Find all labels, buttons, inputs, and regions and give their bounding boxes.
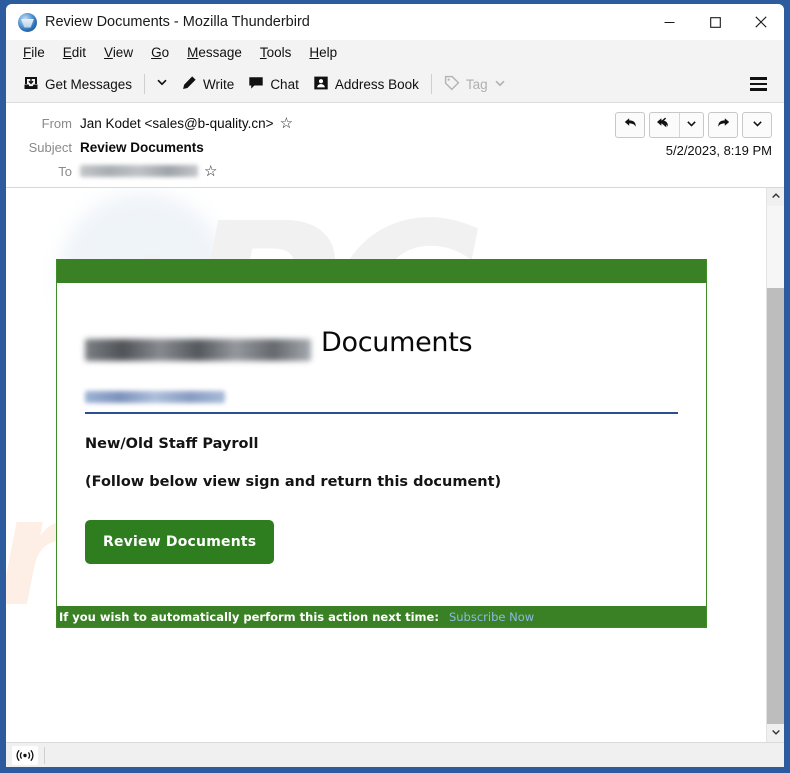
download-inbox-icon xyxy=(23,75,39,94)
to-value-redacted[interactable] xyxy=(80,165,198,177)
email-footer-bar: If you wish to automatically perform thi… xyxy=(57,606,706,627)
minimize-button[interactable] xyxy=(646,4,692,40)
reply-icon xyxy=(623,115,638,135)
reply-button[interactable] xyxy=(615,112,645,138)
write-button[interactable]: Write xyxy=(174,71,241,98)
email-body-line-2: (Follow below view sign and return this … xyxy=(85,474,502,490)
broadcast-icon[interactable] xyxy=(12,745,38,765)
menu-item-edit[interactable]: Edit xyxy=(54,42,95,63)
to-row: To ☆ xyxy=(16,159,774,183)
chevron-down-icon xyxy=(752,116,763,134)
maximize-button[interactable] xyxy=(692,4,738,40)
chevron-down-icon xyxy=(686,116,697,134)
subscribe-now-link[interactable]: Subscribe Now xyxy=(449,610,534,624)
window-title: Review Documents - Mozilla Thunderbird xyxy=(45,14,310,30)
email-inner: Documents New/Old Staff Payroll (Follow … xyxy=(57,283,706,564)
email-body-line-1: New/Old Staff Payroll xyxy=(85,436,259,452)
pencil-icon xyxy=(181,75,197,94)
toolbar-divider-2 xyxy=(430,74,432,94)
chevron-down-icon xyxy=(771,724,781,742)
from-label: From xyxy=(41,115,72,131)
status-divider xyxy=(44,746,45,764)
menu-bar: File Edit View Go Message Tools Help xyxy=(6,40,784,66)
chat-button[interactable]: Chat xyxy=(241,71,306,98)
scrollbar-thumb[interactable] xyxy=(767,206,784,288)
body-scrollbar[interactable] xyxy=(766,188,784,742)
chevron-up-icon xyxy=(771,188,781,206)
menu-item-tools[interactable]: Tools xyxy=(251,42,301,63)
email-subtitle-redacted xyxy=(85,391,225,403)
email-brand-redacted xyxy=(85,339,311,361)
email-header-bar xyxy=(57,259,706,283)
thunderbird-logo-icon xyxy=(18,12,37,32)
get-messages-button[interactable]: Get Messages xyxy=(16,71,139,98)
toolbar-divider-1 xyxy=(144,74,146,94)
chevron-down-icon xyxy=(494,77,506,92)
menu-item-view[interactable]: View xyxy=(95,42,142,63)
window-controls xyxy=(646,4,784,40)
email-divider-rule xyxy=(85,412,678,414)
main-toolbar: Get Messages Write Chat Address Book Tag xyxy=(6,66,784,103)
contact-card-icon xyxy=(313,75,329,94)
window-inner: Review Documents - Mozilla Thunderbird F… xyxy=(6,4,784,767)
menu-item-message[interactable]: Message xyxy=(178,42,251,63)
address-book-button[interactable]: Address Book xyxy=(306,71,426,98)
forward-button[interactable] xyxy=(708,112,738,138)
reply-all-icon xyxy=(656,115,673,135)
get-messages-dropdown[interactable] xyxy=(150,71,174,97)
tag-label: Tag xyxy=(465,76,488,92)
message-actions xyxy=(615,112,772,138)
chevron-down-icon xyxy=(156,75,168,93)
more-actions-dropdown[interactable] xyxy=(742,112,772,138)
speech-bubble-icon xyxy=(248,75,264,94)
menu-item-help[interactable]: Help xyxy=(300,42,346,63)
close-button[interactable] xyxy=(738,4,784,40)
star-icon[interactable]: ☆ xyxy=(280,116,293,131)
application-window: Review Documents - Mozilla Thunderbird F… xyxy=(0,0,790,773)
title-bar: Review Documents - Mozilla Thunderbird xyxy=(6,4,784,40)
reply-all-group xyxy=(649,112,704,138)
message-body-scroll: PC risk.com Documents New/Old Staff Payr… xyxy=(6,188,766,742)
tag-icon xyxy=(444,75,460,94)
scroll-up-button[interactable] xyxy=(767,188,784,206)
status-bar xyxy=(6,742,784,767)
forward-icon xyxy=(716,115,731,135)
email-content-card: Documents New/Old Staff Payroll (Follow … xyxy=(56,259,707,628)
email-cta-wrapper: Review Documents xyxy=(85,520,706,564)
address-book-label: Address Book xyxy=(334,76,419,92)
scroll-down-button[interactable] xyxy=(767,724,784,742)
email-brand-title: Documents xyxy=(321,327,473,358)
from-value[interactable]: Jan Kodet <sales@b-quality.cn> xyxy=(80,116,274,131)
message-date: 5/2/2023, 8:19 PM xyxy=(665,143,772,158)
review-documents-button[interactable]: Review Documents xyxy=(85,520,275,564)
chat-label: Chat xyxy=(270,76,299,92)
hamburger-menu-icon[interactable] xyxy=(745,72,772,96)
get-messages-label: Get Messages xyxy=(45,76,133,92)
reply-all-button[interactable] xyxy=(650,113,679,137)
message-body-area: PC risk.com Documents New/Old Staff Payr… xyxy=(6,188,784,742)
write-label: Write xyxy=(203,76,235,92)
tag-button[interactable]: Tag xyxy=(437,71,513,98)
star-icon[interactable]: ☆ xyxy=(204,164,217,179)
subject-label: Subject xyxy=(28,139,72,155)
subject-value: Review Documents xyxy=(80,139,204,155)
menu-item-go[interactable]: Go xyxy=(142,42,178,63)
menu-item-file[interactable]: File xyxy=(14,42,54,63)
subject-row: Subject Review Documents xyxy=(16,135,774,159)
email-brand-row: Documents xyxy=(57,327,706,373)
to-label: To xyxy=(58,163,72,179)
message-header: From Jan Kodet <sales@b-quality.cn> ☆ Su… xyxy=(6,103,784,188)
reply-all-dropdown[interactable] xyxy=(679,113,703,137)
email-footer-text: If you wish to automatically perform thi… xyxy=(59,609,439,624)
